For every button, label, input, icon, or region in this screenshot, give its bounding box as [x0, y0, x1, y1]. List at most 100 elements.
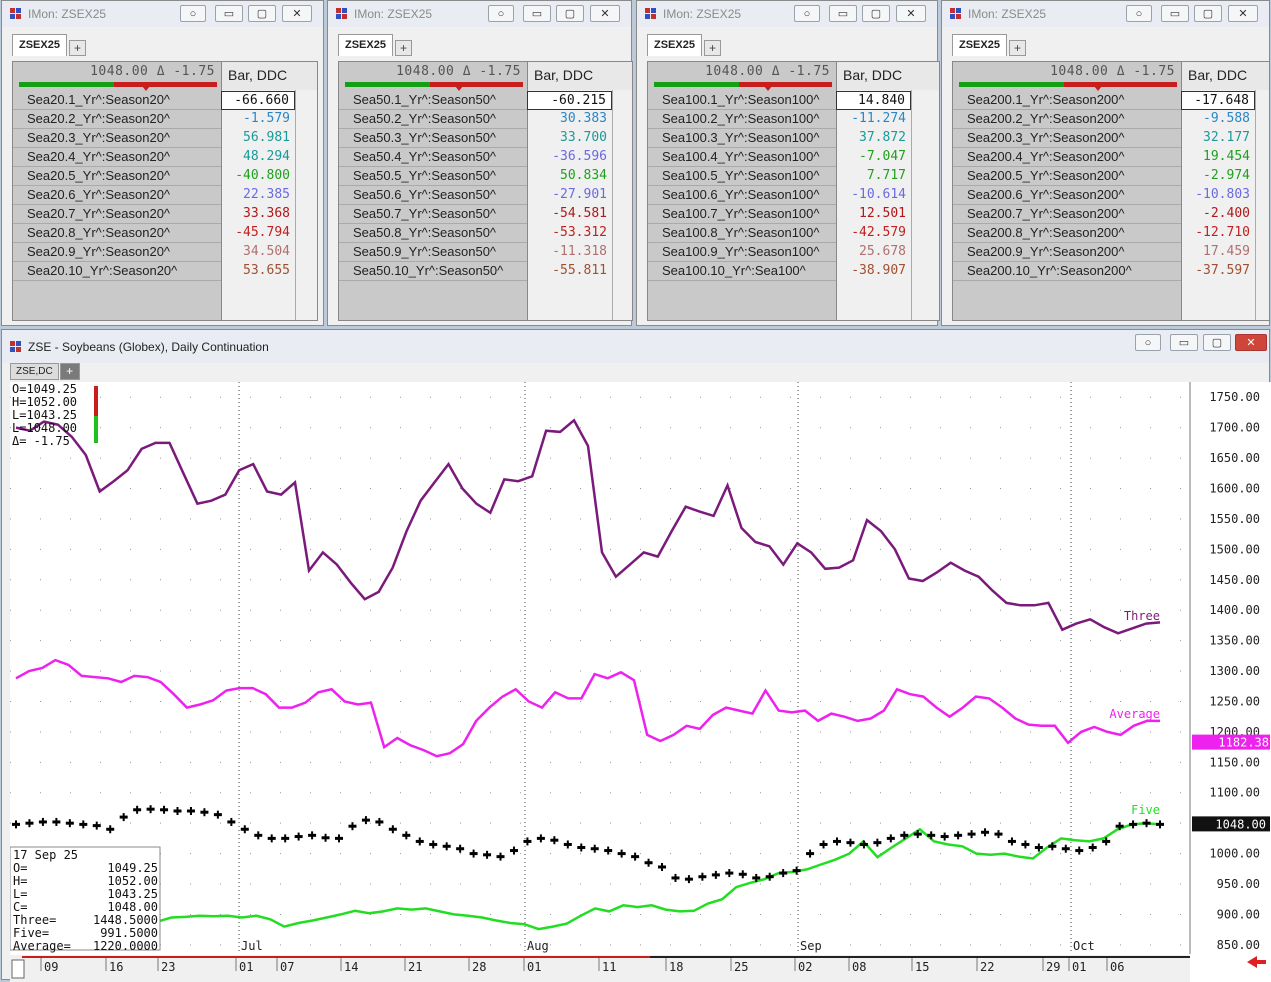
list-item[interactable]: Sea200.5_Yr^:Season200^ -2.974 — [953, 167, 1269, 186]
list-item[interactable]: Sea100.4_Yr^:Season100^ -7.047 — [648, 148, 939, 167]
minimize-button[interactable]: ▭ — [829, 5, 857, 22]
tab-zsex25[interactable]: ZSEX25 — [338, 34, 393, 56]
list-item[interactable]: Sea100.3_Yr^:Season100^ 37.872 — [648, 129, 939, 148]
scroll-handle — [11, 959, 25, 979]
close-button[interactable]: ✕ — [1235, 334, 1267, 351]
list-item[interactable]: Sea200.2_Yr^:Season200^ -9.588 — [953, 110, 1269, 129]
link-icon[interactable]: ○ — [180, 5, 206, 22]
study-label: Sea20.7_Yr^:Season20^ — [27, 206, 171, 221]
study-value: -12.710 — [1181, 224, 1255, 243]
price-chart[interactable]: 1750.00 1700.00 1650.00 1600.00 1550.00 1500.… — [10, 382, 1271, 982]
list-item[interactable]: Sea200.6_Yr^:Season200^ -10.803 — [953, 186, 1269, 205]
list-item[interactable]: Sea50.7_Yr^:Season50^ -54.581 — [339, 205, 632, 224]
tab-zse-dc[interactable]: ZSE,DC — [10, 363, 59, 380]
tab-zsex25[interactable]: ZSEX25 — [12, 34, 67, 56]
list-item[interactable]: Sea20.7_Yr^:Season20^ 33.368 — [13, 205, 317, 224]
list-item[interactable]: Sea50.1_Yr^:Season50^ -60.215 — [339, 91, 632, 110]
list-item[interactable]: Sea200.1_Yr^:Season200^ -17.648 — [953, 91, 1269, 110]
minimize-button[interactable]: ▭ — [215, 5, 243, 22]
date-tick-label: 21 — [408, 960, 422, 974]
list-item[interactable]: Sea50.2_Yr^:Season50^ 30.383 — [339, 110, 632, 129]
list-item[interactable]: Sea100.5_Yr^:Season100^ 7.717 — [648, 167, 939, 186]
maximize-button[interactable]: ▢ — [248, 5, 276, 22]
list-item[interactable]: Sea20.5_Yr^:Season20^ -40.800 — [13, 167, 317, 186]
date-tick-label: 02 — [798, 960, 812, 974]
list-item[interactable]: Sea200.9_Yr^:Season200^ 17.459 — [953, 243, 1269, 262]
close-button[interactable]: ✕ — [282, 5, 312, 22]
close-button[interactable]: ✕ — [590, 5, 620, 22]
list-item[interactable]: Sea50.4_Yr^:Season50^ -36.596 — [339, 148, 632, 167]
list-item[interactable]: Sea200.4_Yr^:Season200^ 19.454 — [953, 148, 1269, 167]
maximize-button[interactable]: ▢ — [1203, 334, 1231, 351]
add-tab-button[interactable]: + — [703, 40, 721, 56]
link-icon[interactable]: ○ — [1126, 5, 1152, 22]
list-item[interactable]: Sea20.4_Yr^:Season20^ 48.294 — [13, 148, 317, 167]
list-item[interactable]: Sea20.10_Yr^:Season20^ 53.655 — [13, 262, 317, 281]
list-item[interactable]: Sea100.10_Yr^:Sea100^ -38.907 — [648, 262, 939, 281]
close-button[interactable]: ✕ — [896, 5, 926, 22]
list-item[interactable]: Sea20.6_Yr^:Season20^ 22.385 — [13, 186, 317, 205]
column-header[interactable]: Bar, DDC — [836, 62, 939, 90]
list-item[interactable]: Sea100.6_Yr^:Season100^ -10.614 — [648, 186, 939, 205]
study-value: -40.800 — [221, 167, 295, 186]
add-tab-button[interactable]: + — [1008, 40, 1026, 56]
list-item[interactable]: Sea200.3_Yr^:Season200^ 32.177 — [953, 129, 1269, 148]
list-item[interactable]: Sea20.2_Yr^:Season20^ -1.579 — [13, 110, 317, 129]
maximize-button[interactable]: ▢ — [556, 5, 584, 22]
list-item[interactable]: Sea50.6_Yr^:Season50^ -27.901 — [339, 186, 632, 205]
ohlc-readout: L=1048.00 — [12, 421, 77, 435]
list-item[interactable]: Sea20.9_Yr^:Season20^ 34.504 — [13, 243, 317, 262]
list-item[interactable]: Sea50.3_Yr^:Season50^ 33.700 — [339, 129, 632, 148]
study-label: Sea200.5_Yr^:Season200^ — [967, 168, 1125, 183]
y-tick-label: 1400.00 — [1209, 603, 1260, 617]
tab-zsex25[interactable]: ZSEX25 — [952, 34, 1007, 56]
link-icon[interactable]: ○ — [488, 5, 514, 22]
list-item[interactable]: Sea50.5_Yr^:Season50^ 50.834 — [339, 167, 632, 186]
last-price-change: 1048.00 Δ -1.75 — [396, 64, 521, 79]
maximize-button[interactable]: ▢ — [862, 5, 890, 22]
column-header[interactable]: Bar, DDC — [1181, 62, 1269, 90]
list-item[interactable]: Sea200.8_Yr^:Season200^ -12.710 — [953, 224, 1269, 243]
monitor-window: IMon: ZSEX25 ○ ▭ ▢ ✕ ZSEX25 + 1048.00 Δ … — [636, 0, 940, 326]
list-item[interactable]: Sea100.7_Yr^:Season100^ 12.501 — [648, 205, 939, 224]
monitor-titlebar[interactable]: IMon: ZSEX25 ○ ▭ ▢ ✕ — [2, 1, 323, 27]
column-header[interactable]: Bar, DDC — [221, 62, 317, 90]
add-tab-button[interactable]: + — [68, 40, 86, 56]
range-indicator — [94, 416, 98, 443]
date-tick-label: 06 — [1110, 960, 1124, 974]
study-value: -11.274 — [836, 110, 911, 129]
link-icon[interactable]: ○ — [794, 5, 820, 22]
ohlc-readout: H=1052.00 — [12, 395, 77, 409]
chart-titlebar[interactable]: ZSE - Soybeans (Globex), Daily Continuat… — [2, 330, 1269, 363]
list-item[interactable]: Sea200.10_Yr^:Season200^ -37.597 — [953, 262, 1269, 281]
monitor-grid: 1048.00 Δ -1.75 Bar, DDC Sea20.1_Yr^:Sea… — [12, 61, 318, 321]
list-item[interactable]: Sea50.9_Yr^:Season50^ -11.318 — [339, 243, 632, 262]
list-item[interactable]: Sea100.9_Yr^:Season100^ 25.678 — [648, 243, 939, 262]
minimize-button[interactable]: ▭ — [1170, 334, 1198, 351]
list-item[interactable]: Sea50.8_Yr^:Season50^ -53.312 — [339, 224, 632, 243]
list-item[interactable]: Sea20.3_Yr^:Season20^ 56.981 — [13, 129, 317, 148]
column-header[interactable]: Bar, DDC — [527, 62, 632, 90]
study-value: -7.047 — [836, 148, 911, 167]
close-button[interactable]: ✕ — [1228, 5, 1258, 22]
list-item[interactable]: Sea200.7_Yr^:Season200^ -2.400 — [953, 205, 1269, 224]
add-tab-button[interactable]: + — [394, 40, 412, 56]
list-item[interactable]: Sea100.8_Yr^:Season100^ -42.579 — [648, 224, 939, 243]
minimize-button[interactable]: ▭ — [1161, 5, 1189, 22]
minimize-button[interactable]: ▭ — [523, 5, 551, 22]
monitor-titlebar[interactable]: IMon: ZSEX25 ○ ▭ ▢ ✕ — [328, 1, 631, 27]
list-item[interactable]: Sea20.8_Yr^:Season20^ -45.794 — [13, 224, 317, 243]
tab-zsex25[interactable]: ZSEX25 — [647, 34, 702, 56]
y-tick-label: 850.00 — [1217, 938, 1260, 952]
y-tick-label: 1450.00 — [1209, 573, 1260, 587]
monitor-titlebar[interactable]: IMon: ZSEX25 ○ ▭ ▢ ✕ — [942, 1, 1269, 27]
monitor-titlebar[interactable]: IMon: ZSEX25 ○ ▭ ▢ ✕ — [637, 1, 937, 27]
list-item[interactable]: Sea20.1_Yr^:Season20^ -66.660 — [13, 91, 317, 110]
list-item[interactable]: Sea100.1_Yr^:Season100^ 14.840 — [648, 91, 939, 110]
month-label: Aug — [527, 939, 549, 953]
add-tab-button[interactable]: + — [59, 363, 80, 380]
list-item[interactable]: Sea50.10_Yr^:Season50^ -55.811 — [339, 262, 632, 281]
maximize-button[interactable]: ▢ — [1194, 5, 1222, 22]
link-icon[interactable]: ○ — [1135, 334, 1161, 351]
list-item[interactable]: Sea100.2_Yr^:Season100^ -11.274 — [648, 110, 939, 129]
